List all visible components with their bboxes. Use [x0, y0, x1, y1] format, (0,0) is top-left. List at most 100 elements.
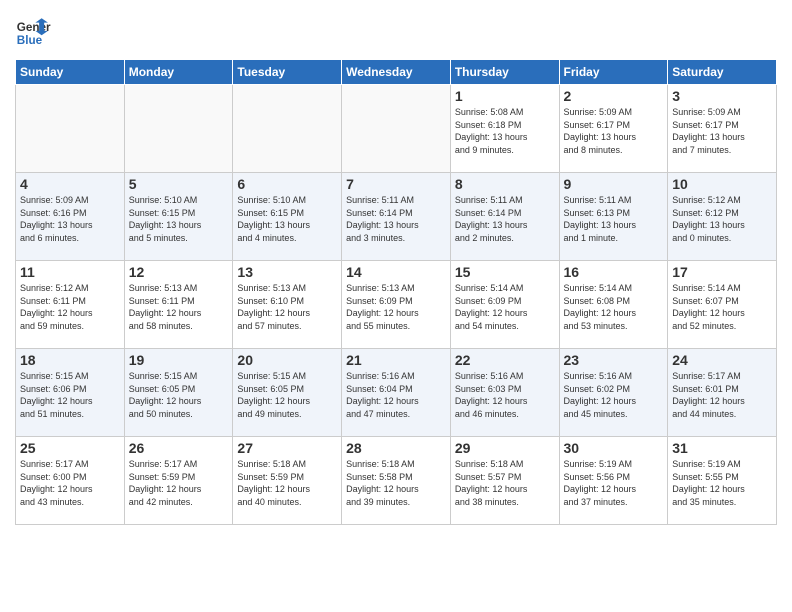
day-info: Sunrise: 5:15 AM Sunset: 6:06 PM Dayligh…: [20, 370, 120, 420]
day-cell: 20 Sunrise: 5:15 AM Sunset: 6:05 PM Dayli…: [233, 349, 342, 437]
day-info: Sunrise: 5:09 AM Sunset: 6:16 PM Dayligh…: [20, 194, 120, 244]
day-info: Sunrise: 5:18 AM Sunset: 5:58 PM Dayligh…: [346, 458, 446, 508]
day-number: 2: [564, 88, 664, 104]
day-info: Sunrise: 5:14 AM Sunset: 6:07 PM Dayligh…: [672, 282, 772, 332]
day-number: 6: [237, 176, 337, 192]
day-number: 11: [20, 264, 120, 280]
col-header-friday: Friday: [559, 60, 668, 85]
day-cell: 28 Sunrise: 5:18 AM Sunset: 5:58 PM Dayli…: [342, 437, 451, 525]
day-info: Sunrise: 5:09 AM Sunset: 6:17 PM Dayligh…: [672, 106, 772, 156]
day-number: 26: [129, 440, 229, 456]
logo: General Blue: [15, 15, 57, 51]
day-cell: [233, 85, 342, 173]
day-cell: [124, 85, 233, 173]
col-header-tuesday: Tuesday: [233, 60, 342, 85]
day-info: Sunrise: 5:19 AM Sunset: 5:56 PM Dayligh…: [564, 458, 664, 508]
day-cell: 27Sunrise: 5:18 AM Sunset: 5:59 PM Dayli…: [233, 437, 342, 525]
day-cell: 25 Sunrise: 5:17 AM Sunset: 6:00 PM Dayli…: [16, 437, 125, 525]
page-header: General Blue: [15, 15, 777, 51]
day-number: 20: [237, 352, 337, 368]
day-cell: 30 Sunrise: 5:19 AM Sunset: 5:56 PM Dayli…: [559, 437, 668, 525]
day-info: Sunrise: 5:17 AM Sunset: 6:00 PM Dayligh…: [20, 458, 120, 508]
col-header-sunday: Sunday: [16, 60, 125, 85]
day-cell: 7Sunrise: 5:11 AM Sunset: 6:14 PM Daylig…: [342, 173, 451, 261]
day-number: 30: [564, 440, 664, 456]
day-cell: 31Sunrise: 5:19 AM Sunset: 5:55 PM Dayli…: [668, 437, 777, 525]
day-number: 19: [129, 352, 229, 368]
day-cell: 9 Sunrise: 5:11 AM Sunset: 6:13 PM Daylig…: [559, 173, 668, 261]
day-info: Sunrise: 5:10 AM Sunset: 6:15 PM Dayligh…: [129, 194, 229, 244]
day-number: 23: [564, 352, 664, 368]
col-header-saturday: Saturday: [668, 60, 777, 85]
day-number: 14: [346, 264, 446, 280]
day-number: 12: [129, 264, 229, 280]
day-cell: 26 Sunrise: 5:17 AM Sunset: 5:59 PM Dayli…: [124, 437, 233, 525]
day-info: Sunrise: 5:16 AM Sunset: 6:04 PM Dayligh…: [346, 370, 446, 420]
day-info: Sunrise: 5:08 AM Sunset: 6:18 PM Dayligh…: [455, 106, 555, 156]
day-info: Sunrise: 5:18 AM Sunset: 5:59 PM Dayligh…: [237, 458, 337, 508]
day-cell: 24 Sunrise: 5:17 AM Sunset: 6:01 PM Dayli…: [668, 349, 777, 437]
day-cell: 29 Sunrise: 5:18 AM Sunset: 5:57 PM Dayli…: [450, 437, 559, 525]
day-number: 1: [455, 88, 555, 104]
day-info: Sunrise: 5:12 AM Sunset: 6:12 PM Dayligh…: [672, 194, 772, 244]
day-info: Sunrise: 5:11 AM Sunset: 6:13 PM Dayligh…: [564, 194, 664, 244]
day-info: Sunrise: 5:14 AM Sunset: 6:09 PM Dayligh…: [455, 282, 555, 332]
day-number: 25: [20, 440, 120, 456]
day-cell: 16 Sunrise: 5:14 AM Sunset: 6:08 PM Dayli…: [559, 261, 668, 349]
day-info: Sunrise: 5:16 AM Sunset: 6:02 PM Dayligh…: [564, 370, 664, 420]
calendar-table: SundayMondayTuesdayWednesdayThursdayFrid…: [15, 59, 777, 525]
day-number: 24: [672, 352, 772, 368]
day-info: Sunrise: 5:17 AM Sunset: 5:59 PM Dayligh…: [129, 458, 229, 508]
day-info: Sunrise: 5:19 AM Sunset: 5:55 PM Dayligh…: [672, 458, 772, 508]
svg-text:Blue: Blue: [17, 34, 43, 47]
day-cell: 17 Sunrise: 5:14 AM Sunset: 6:07 PM Dayli…: [668, 261, 777, 349]
day-number: 13: [237, 264, 337, 280]
day-info: Sunrise: 5:14 AM Sunset: 6:08 PM Dayligh…: [564, 282, 664, 332]
day-cell: 3Sunrise: 5:09 AM Sunset: 6:17 PM Daylig…: [668, 85, 777, 173]
day-number: 17: [672, 264, 772, 280]
day-info: Sunrise: 5:18 AM Sunset: 5:57 PM Dayligh…: [455, 458, 555, 508]
day-cell: [16, 85, 125, 173]
day-cell: 22Sunrise: 5:16 AM Sunset: 6:03 PM Dayli…: [450, 349, 559, 437]
day-number: 9: [564, 176, 664, 192]
day-info: Sunrise: 5:10 AM Sunset: 6:15 PM Dayligh…: [237, 194, 337, 244]
day-number: 7: [346, 176, 446, 192]
day-number: 16: [564, 264, 664, 280]
day-cell: [342, 85, 451, 173]
day-info: Sunrise: 5:12 AM Sunset: 6:11 PM Dayligh…: [20, 282, 120, 332]
col-header-thursday: Thursday: [450, 60, 559, 85]
day-info: Sunrise: 5:09 AM Sunset: 6:17 PM Dayligh…: [564, 106, 664, 156]
day-number: 4: [20, 176, 120, 192]
day-info: Sunrise: 5:15 AM Sunset: 6:05 PM Dayligh…: [129, 370, 229, 420]
col-header-wednesday: Wednesday: [342, 60, 451, 85]
day-cell: 2 Sunrise: 5:09 AM Sunset: 6:17 PM Daylig…: [559, 85, 668, 173]
day-number: 5: [129, 176, 229, 192]
day-cell: 11 Sunrise: 5:12 AM Sunset: 6:11 PM Dayli…: [16, 261, 125, 349]
day-number: 28: [346, 440, 446, 456]
day-info: Sunrise: 5:17 AM Sunset: 6:01 PM Dayligh…: [672, 370, 772, 420]
day-number: 10: [672, 176, 772, 192]
day-number: 29: [455, 440, 555, 456]
day-cell: 12 Sunrise: 5:13 AM Sunset: 6:11 PM Dayli…: [124, 261, 233, 349]
col-header-monday: Monday: [124, 60, 233, 85]
logo-icon: General Blue: [15, 15, 51, 51]
day-cell: 4 Sunrise: 5:09 AM Sunset: 6:16 PM Daylig…: [16, 173, 125, 261]
day-cell: 21 Sunrise: 5:16 AM Sunset: 6:04 PM Dayli…: [342, 349, 451, 437]
day-number: 21: [346, 352, 446, 368]
day-info: Sunrise: 5:16 AM Sunset: 6:03 PM Dayligh…: [455, 370, 555, 420]
day-info: Sunrise: 5:11 AM Sunset: 6:14 PM Dayligh…: [455, 194, 555, 244]
day-info: Sunrise: 5:13 AM Sunset: 6:11 PM Dayligh…: [129, 282, 229, 332]
day-cell: 19 Sunrise: 5:15 AM Sunset: 6:05 PM Dayli…: [124, 349, 233, 437]
day-info: Sunrise: 5:15 AM Sunset: 6:05 PM Dayligh…: [237, 370, 337, 420]
day-cell: 10 Sunrise: 5:12 AM Sunset: 6:12 PM Dayli…: [668, 173, 777, 261]
day-number: 8: [455, 176, 555, 192]
day-cell: 6 Sunrise: 5:10 AM Sunset: 6:15 PM Daylig…: [233, 173, 342, 261]
day-cell: 8 Sunrise: 5:11 AM Sunset: 6:14 PM Daylig…: [450, 173, 559, 261]
day-cell: 23 Sunrise: 5:16 AM Sunset: 6:02 PM Dayli…: [559, 349, 668, 437]
day-info: Sunrise: 5:13 AM Sunset: 6:10 PM Dayligh…: [237, 282, 337, 332]
day-number: 18: [20, 352, 120, 368]
day-cell: 1 Sunrise: 5:08 AM Sunset: 6:18 PM Daylig…: [450, 85, 559, 173]
day-cell: 5 Sunrise: 5:10 AM Sunset: 6:15 PM Daylig…: [124, 173, 233, 261]
day-number: 15: [455, 264, 555, 280]
day-info: Sunrise: 5:13 AM Sunset: 6:09 PM Dayligh…: [346, 282, 446, 332]
